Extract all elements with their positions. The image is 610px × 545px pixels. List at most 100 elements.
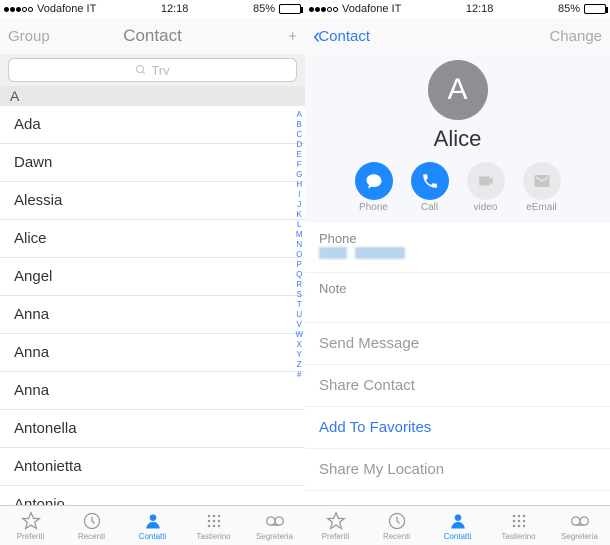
alpha-index[interactable]: ABCDEFGHIJKLMNOPQRSTUVWXYZ# (295, 110, 303, 380)
index-letter[interactable]: E (295, 150, 303, 160)
index-letter[interactable]: Z (295, 360, 303, 370)
edit-button[interactable]: Change (542, 28, 602, 45)
contact-row[interactable]: Anna (0, 372, 305, 410)
index-letter[interactable]: L (295, 220, 303, 230)
index-letter[interactable]: T (295, 300, 303, 310)
tab-key[interactable]: Tastierino (183, 506, 244, 545)
tab-key[interactable]: Tastierino (488, 506, 549, 545)
contact-row[interactable]: Alessia (0, 182, 305, 220)
carrier-label: Vodafone IT (37, 3, 96, 15)
index-letter[interactable]: W (295, 330, 303, 340)
action-send-message[interactable]: Send Message (305, 323, 610, 365)
contact-list-screen: Vodafone IT 12:18 85% Group Contact + Tr… (0, 0, 305, 505)
index-letter[interactable]: U (295, 310, 303, 320)
status-bar: Vodafone IT 12:18 85% (305, 0, 610, 18)
index-letter[interactable]: G (295, 170, 303, 180)
nav-bar: ‹Contact Change (305, 18, 610, 54)
groups-button[interactable]: Group (8, 28, 68, 45)
nav-bar: Group Contact + (0, 18, 305, 54)
avatar: A (428, 60, 488, 120)
message-button[interactable]: Phone (355, 162, 393, 213)
add-contact-button[interactable]: + (237, 28, 297, 45)
search-bar: Trv (0, 54, 305, 86)
index-letter[interactable]: R (295, 280, 303, 290)
con-icon (448, 511, 468, 531)
rec-icon (387, 511, 407, 531)
fav-icon (20, 511, 42, 531)
battery-pct: 85% (558, 3, 580, 15)
clock: 12:18 (161, 3, 189, 15)
tab-rec[interactable]: Recenti (366, 506, 427, 545)
contact-row[interactable]: Dawn (0, 144, 305, 182)
section-header: A (0, 86, 305, 106)
index-letter[interactable]: V (295, 320, 303, 330)
index-letter[interactable]: K (295, 210, 303, 220)
index-letter[interactable]: X (295, 340, 303, 350)
index-letter[interactable]: F (295, 160, 303, 170)
contact-row[interactable]: Antonella (0, 410, 305, 448)
nav-title: Contact (123, 26, 182, 46)
contact-row[interactable]: Anna (0, 296, 305, 334)
tab-con[interactable]: Contatti (427, 506, 488, 545)
index-letter[interactable]: N (295, 240, 303, 250)
key-icon (204, 511, 224, 531)
contact-row[interactable]: Alice (0, 220, 305, 258)
index-letter[interactable]: H (295, 180, 303, 190)
search-input[interactable]: Trv (8, 58, 297, 82)
contact-row[interactable]: Ada (0, 106, 305, 144)
tab-fav[interactable]: Preferiti (305, 506, 366, 545)
phone-redacted (319, 247, 347, 259)
phone-field[interactable]: Phone (305, 223, 610, 273)
index-letter[interactable]: Y (295, 350, 303, 360)
call-icon (411, 162, 449, 200)
index-letter[interactable]: P (295, 260, 303, 270)
tab-rec[interactable]: Recenti (61, 506, 122, 545)
index-letter[interactable]: D (295, 140, 303, 150)
carrier-label: Vodafone IT (342, 3, 401, 15)
tab-vm[interactable]: Segreteria (244, 506, 305, 545)
index-letter[interactable]: M (295, 230, 303, 240)
index-letter[interactable]: I (295, 190, 303, 200)
clock: 12:18 (466, 3, 494, 15)
back-button[interactable]: ‹Contact (313, 23, 373, 49)
call-button[interactable]: Call (411, 162, 449, 213)
contact-row[interactable]: Antonio (0, 486, 305, 505)
note-field[interactable]: Note (305, 273, 610, 323)
video-icon (467, 162, 505, 200)
battery-icon (279, 4, 301, 14)
index-letter[interactable]: Q (295, 270, 303, 280)
action-add-to-favorites[interactable]: Add To Favorites (305, 407, 610, 449)
tab-con[interactable]: Contatti (122, 506, 183, 545)
message-icon (355, 162, 393, 200)
video-button: video (467, 162, 505, 213)
tab-vm[interactable]: Segreteria (549, 506, 610, 545)
action-share-my-location[interactable]: Share My Location (305, 449, 610, 491)
rec-icon (82, 511, 102, 531)
index-letter[interactable]: A (295, 110, 303, 120)
tab-fav[interactable]: Preferiti (0, 506, 61, 545)
index-letter[interactable]: C (295, 130, 303, 140)
contact-row[interactable]: Antonietta (0, 448, 305, 486)
battery-pct: 85% (253, 3, 275, 15)
signal-dots (4, 7, 33, 12)
search-icon (135, 64, 147, 76)
contact-name: Alice (305, 126, 610, 152)
index-letter[interactable]: O (295, 250, 303, 260)
signal-dots (309, 7, 338, 12)
contact-row[interactable]: Angel (0, 258, 305, 296)
contact-detail-screen: Vodafone IT 12:18 85% ‹Contact Change A … (305, 0, 610, 505)
vm-icon (568, 511, 592, 531)
index-letter[interactable]: B (295, 120, 303, 130)
index-letter[interactable]: S (295, 290, 303, 300)
vm-icon (263, 511, 287, 531)
index-letter[interactable]: # (295, 370, 303, 380)
action-share-contact[interactable]: Share Contact (305, 365, 610, 407)
fav-icon (325, 511, 347, 531)
detail-fields: Phone Note Send MessageShare ContactAdd … (305, 223, 610, 505)
email-icon (523, 162, 561, 200)
contact-row[interactable]: Anna (0, 334, 305, 372)
index-letter[interactable]: J (295, 200, 303, 210)
phone-redacted (355, 247, 405, 259)
contact-list[interactable]: ABCDEFGHIJKLMNOPQRSTUVWXYZ# AdaDawnAless… (0, 106, 305, 505)
con-icon (143, 511, 163, 531)
